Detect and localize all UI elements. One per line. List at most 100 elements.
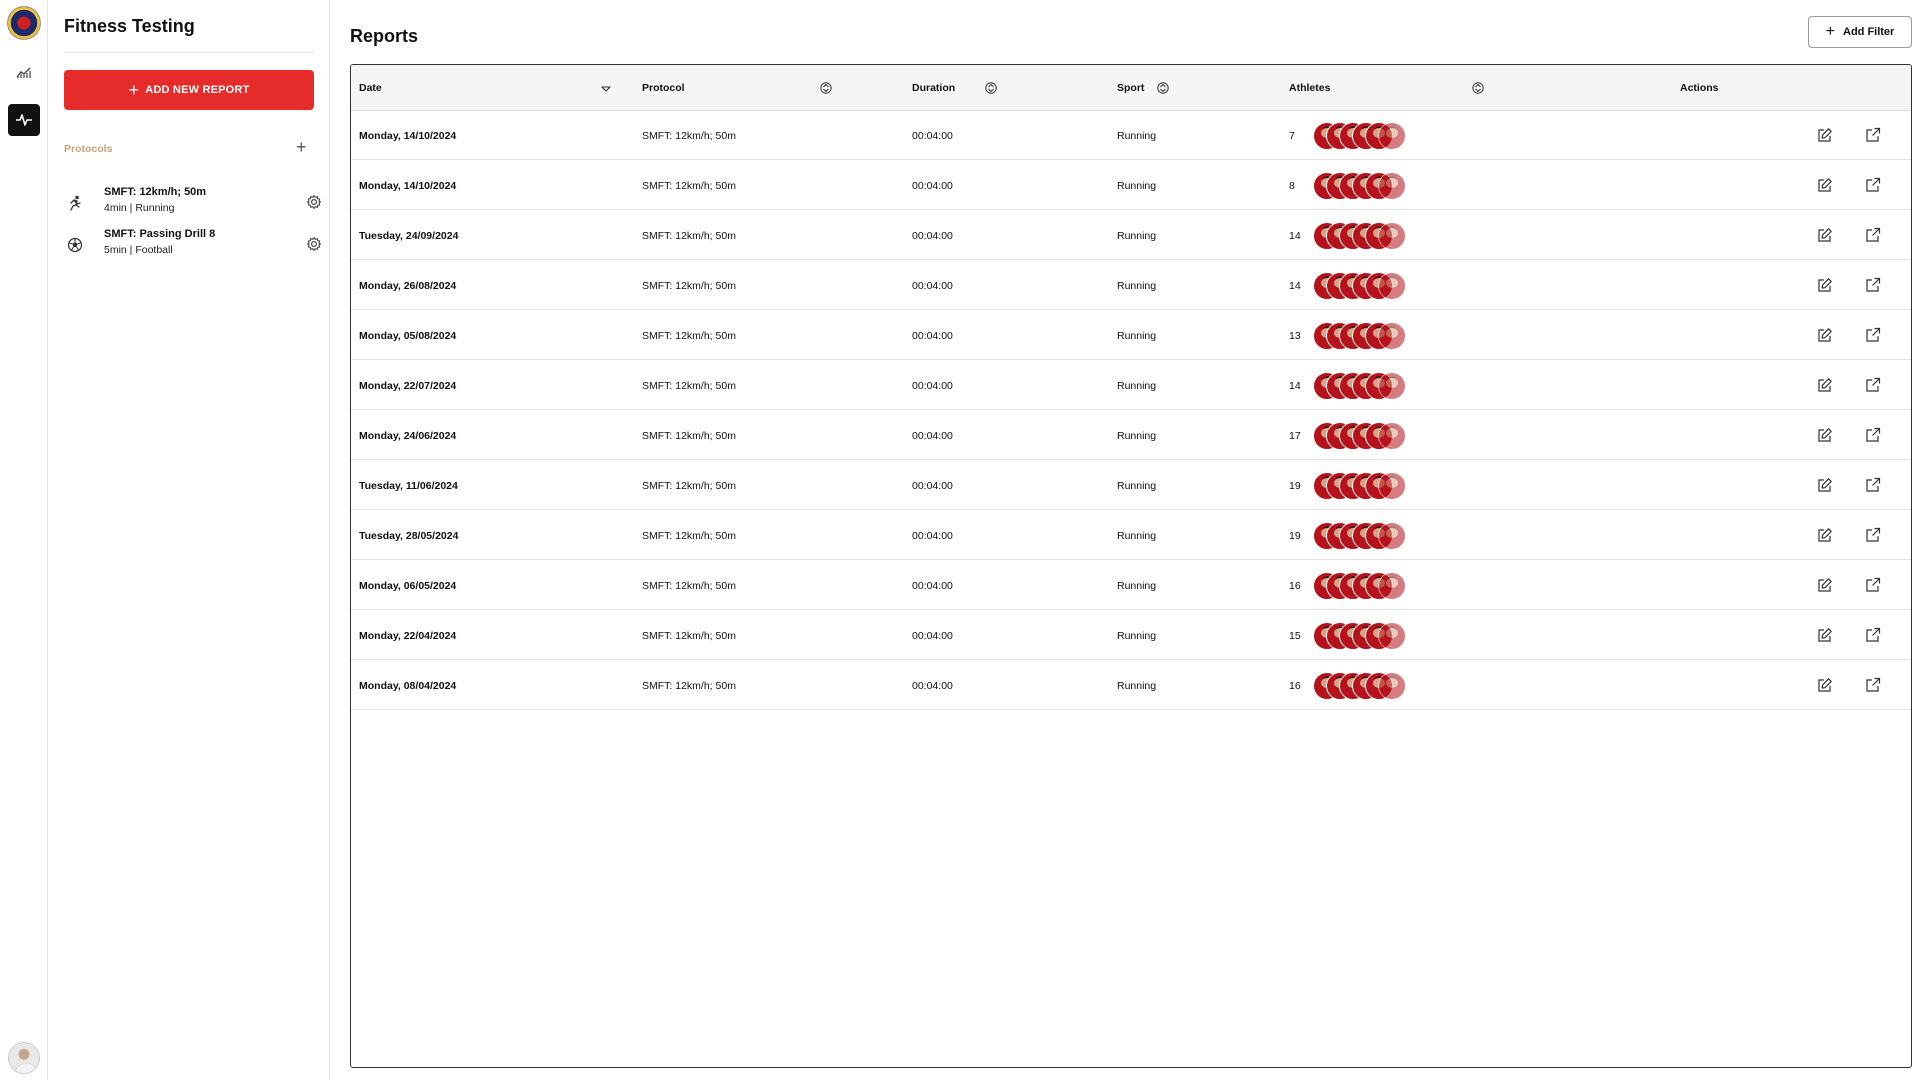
add-protocol-icon[interactable]: + [296,138,307,156]
user-avatar[interactable] [8,1042,40,1074]
open-external-icon[interactable] [1865,627,1883,645]
open-external-icon[interactable] [1865,177,1883,195]
edit-icon[interactable] [1817,427,1835,445]
table-row[interactable]: Monday, 05/08/2024 SMFT: 12km/h; 50m 00:04… [351,311,1911,360]
athlete-count: 16 [1289,579,1301,592]
report-date: Tuesday, 28/05/2024 [359,529,459,542]
open-external-icon[interactable] [1865,477,1883,495]
open-external-icon[interactable] [1865,677,1883,695]
athlete-avatar-stack[interactable] [1313,622,1433,650]
sort-icon[interactable] [820,80,832,96]
table-row[interactable]: Monday, 14/10/2024 SMFT: 12km/h; 50m 00:04… [351,111,1911,160]
report-date: Monday, 24/06/2024 [359,429,457,442]
athlete-count: 15 [1289,629,1301,642]
protocol-item[interactable]: SMFT: Passing Drill 8 5min | Football [64,228,322,264]
column-header-sport[interactable]: Sport [1117,65,1144,111]
add-filter-button[interactable]: + Add Filter [1808,16,1912,48]
gear-icon[interactable] [306,194,324,212]
report-protocol: SMFT: 12km/h; 50m [642,329,736,342]
open-external-icon[interactable] [1865,277,1883,295]
fitness-pulse-icon[interactable] [8,104,40,136]
club-logo[interactable] [7,6,41,40]
edit-icon[interactable] [1817,627,1835,645]
athlete-count: 7 [1289,129,1295,142]
edit-icon[interactable] [1817,677,1835,695]
open-external-icon[interactable] [1865,427,1883,445]
running-icon [66,194,84,212]
table-row[interactable]: Monday, 26/08/2024 SMFT: 12km/h; 50m 00:04… [351,261,1911,310]
table-row[interactable]: Monday, 14/10/2024 SMFT: 12km/h; 50m 00:04… [351,161,1911,210]
edit-icon[interactable] [1817,177,1835,195]
sort-icon[interactable] [1472,80,1484,96]
table-row[interactable]: Tuesday, 28/05/2024 SMFT: 12km/h; 50m 00:0… [351,511,1911,560]
report-duration: 00:04:00 [912,179,953,192]
edit-icon[interactable] [1817,527,1835,545]
athlete-avatar-stack[interactable] [1313,272,1433,300]
athlete-avatar-stack[interactable] [1313,172,1433,200]
page-title: Reports [350,26,419,46]
open-external-icon[interactable] [1865,377,1883,395]
athlete-avatar [1378,672,1406,700]
report-protocol: SMFT: 12km/h; 50m [642,479,736,492]
table-row[interactable]: Tuesday, 24/09/2024 SMFT: 12km/h; 50m 00:0… [351,211,1911,260]
report-duration: 00:04:00 [912,429,953,442]
open-external-icon[interactable] [1865,577,1883,595]
open-external-icon[interactable] [1865,127,1883,145]
report-duration: 00:04:00 [912,379,953,392]
edit-icon[interactable] [1817,327,1835,345]
table-row[interactable]: Monday, 24/06/2024 SMFT: 12km/h; 50m 00:04… [351,411,1911,460]
sort-icon[interactable] [1157,80,1169,96]
report-date: Monday, 22/04/2024 [359,629,457,642]
page-section-title: Fitness Testing [64,16,195,36]
column-header-protocol[interactable]: Protocol [642,65,685,111]
gear-icon[interactable] [306,236,324,254]
edit-icon[interactable] [1817,477,1835,495]
table-row[interactable]: Monday, 08/04/2024 SMFT: 12km/h; 50m 00:04… [351,661,1911,710]
athlete-avatar-stack[interactable] [1313,372,1433,400]
athlete-avatar-stack[interactable] [1313,572,1433,600]
table-row[interactable]: Monday, 22/04/2024 SMFT: 12km/h; 50m 00:04… [351,611,1911,660]
athlete-avatar [1378,472,1406,500]
athlete-avatar-stack[interactable] [1313,222,1433,250]
table-row[interactable]: Monday, 22/07/2024 SMFT: 12km/h; 50m 00:04… [351,361,1911,410]
report-duration: 00:04:00 [912,479,953,492]
edit-icon[interactable] [1817,127,1835,145]
plus-icon: + [128,80,140,100]
report-duration: 00:04:00 [912,679,953,692]
column-header-athletes[interactable]: Athletes [1289,65,1330,111]
athlete-avatar-stack[interactable] [1313,322,1433,350]
athlete-avatar-stack[interactable] [1313,122,1433,150]
report-date: Monday, 14/10/2024 [359,129,457,142]
column-header-duration[interactable]: Duration [912,65,955,111]
athlete-count: 14 [1289,379,1301,392]
athlete-avatar [1378,622,1406,650]
open-external-icon[interactable] [1865,527,1883,545]
table-row[interactable]: Monday, 06/05/2024 SMFT: 12km/h; 50m 00:04… [351,561,1911,610]
column-header-actions: Actions [1680,82,1719,94]
edit-icon[interactable] [1817,577,1835,595]
sort-icon[interactable] [985,80,997,96]
protocol-item[interactable]: SMFT: 12km/h; 50m 4min | Running [64,186,322,222]
edit-icon[interactable] [1817,377,1835,395]
column-header-date[interactable]: Date [359,65,382,111]
open-external-icon[interactable] [1865,227,1883,245]
report-sport: Running [1117,629,1157,642]
athlete-avatar-stack[interactable] [1313,472,1433,500]
edit-icon[interactable] [1817,277,1835,295]
protocols-label: Protocols [64,143,113,155]
edit-icon[interactable] [1817,227,1835,245]
sort-descending-icon[interactable] [600,80,612,96]
athlete-avatar-stack[interactable] [1313,672,1433,700]
analytics-icon[interactable] [8,56,40,88]
report-date: Monday, 26/08/2024 [359,279,457,292]
protocol-name: SMFT: 12km/h; 50m [104,186,207,198]
report-sport: Running [1117,529,1157,542]
athlete-count: 14 [1289,229,1301,242]
protocol-meta: 4min | Running [104,202,175,214]
athlete-avatar-stack[interactable] [1313,422,1433,450]
report-duration: 00:04:00 [912,329,953,342]
add-new-report-button[interactable]: + ADD NEW REPORT [64,70,314,110]
table-row[interactable]: Tuesday, 11/06/2024 SMFT: 12km/h; 50m 00:0… [351,461,1911,510]
open-external-icon[interactable] [1865,327,1883,345]
athlete-avatar-stack[interactable] [1313,522,1433,550]
